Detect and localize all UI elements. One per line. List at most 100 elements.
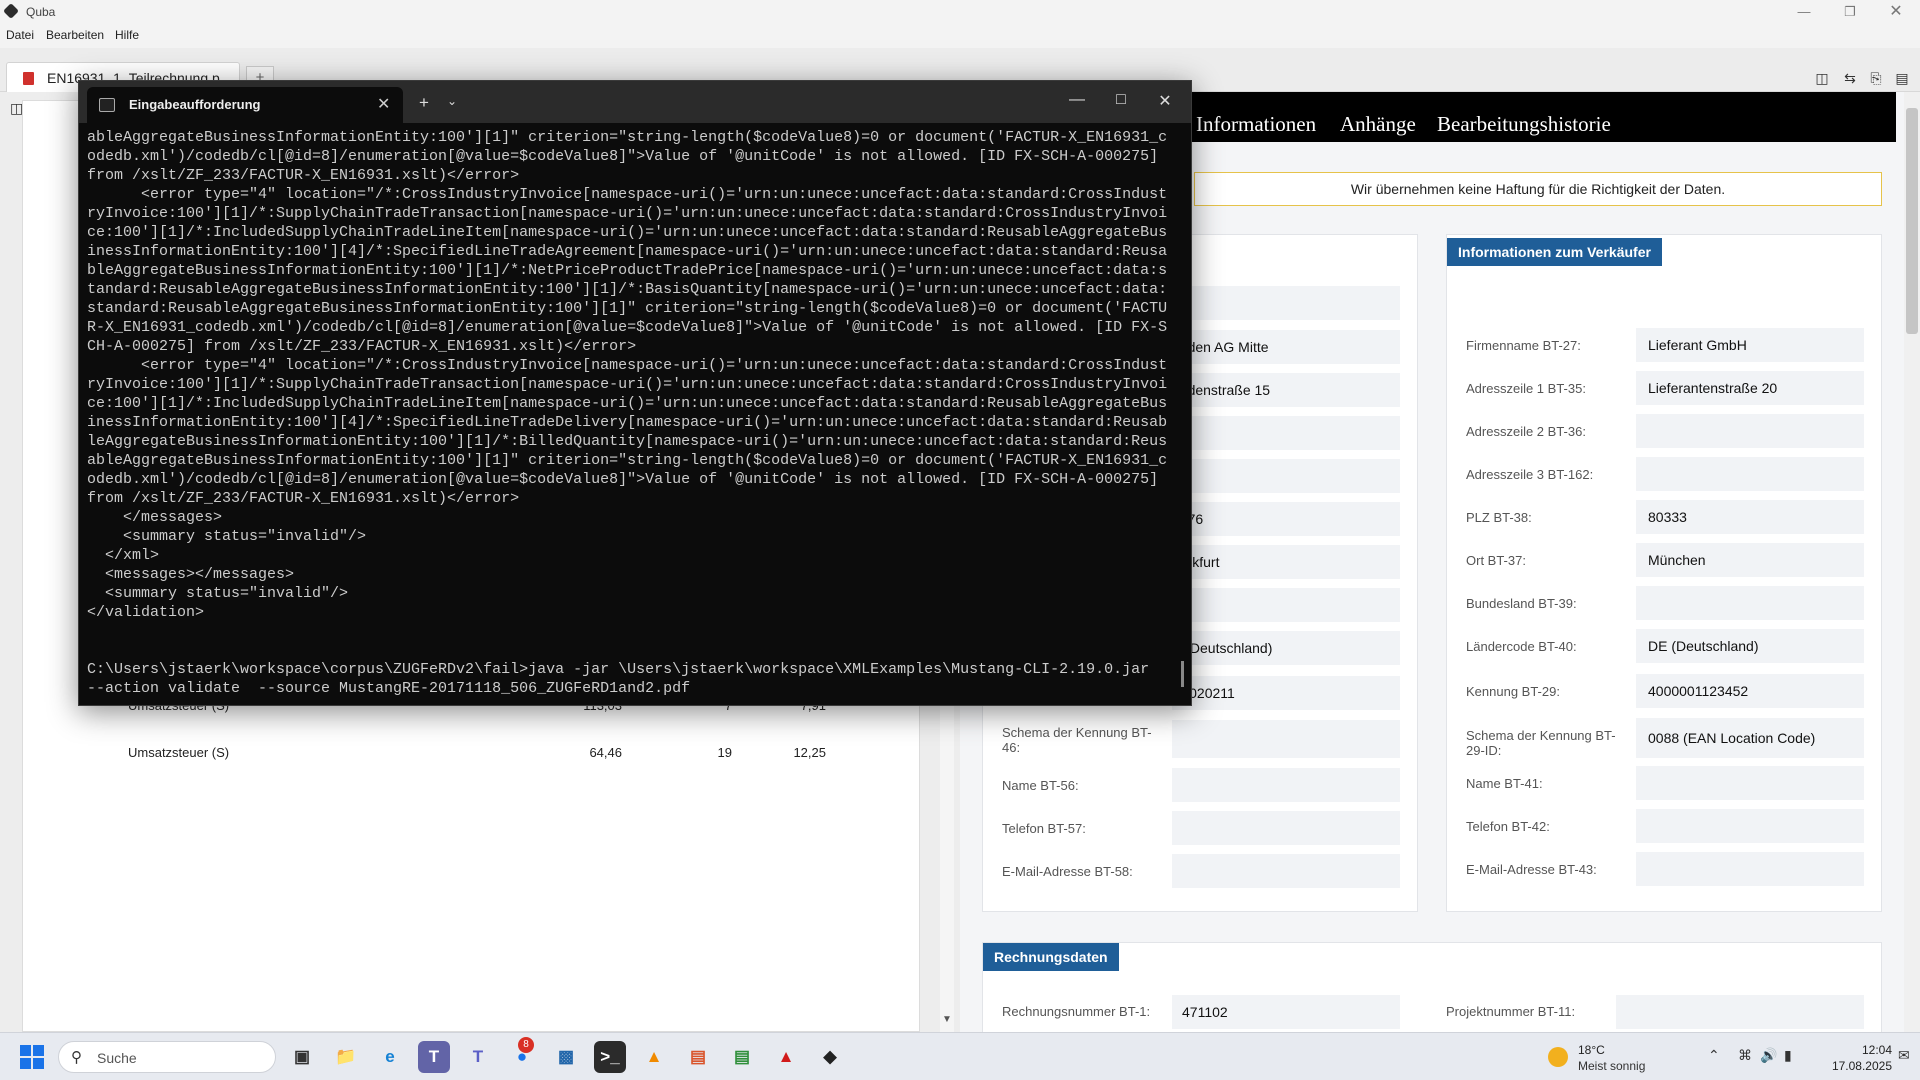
clock-date[interactable]: 17.08.2025 — [1822, 1059, 1892, 1073]
seller-field-value — [1636, 766, 1864, 800]
menu-hilfe[interactable]: Hilfe — [115, 28, 139, 42]
close-tab-icon[interactable]: ✕ — [377, 94, 390, 114]
battery-icon[interactable]: ▮ — [1784, 1047, 1792, 1064]
split-view-icon[interactable]: ◫ — [1812, 68, 1832, 88]
invoice-row-rate: 19 — [717, 745, 732, 760]
details-scroll-thumb[interactable] — [1906, 108, 1918, 334]
seller-field-label: Telefon BT-42: — [1466, 819, 1550, 834]
clock-time[interactable]: 12:04 — [1822, 1043, 1892, 1057]
buyer-address-value: undenstraße 15 — [1172, 373, 1400, 407]
minimize-button[interactable]: — — [1786, 2, 1822, 22]
tab-bearbeitungshistorie[interactable]: Bearbeitungshistorie — [1437, 112, 1611, 137]
swap-icon[interactable]: ⇆ — [1840, 68, 1860, 88]
menu-datei[interactable]: Datei — [6, 28, 34, 42]
seller-field-label: Schema der Kennung BT-29-ID: — [1466, 728, 1616, 758]
new-terminal-tab-icon[interactable]: + — [419, 93, 429, 113]
buyer-phone-label: Telefon BT-57: — [1002, 821, 1086, 836]
export-icon[interactable]: ⎘ — [1866, 68, 1886, 88]
teams-icon[interactable]: T — [418, 1041, 450, 1073]
invoice-data-title: Rechnungsdaten — [983, 943, 1119, 971]
project-number-value — [1616, 995, 1864, 1029]
seller-field-label: Kennung BT-29: — [1466, 684, 1560, 699]
buyer-id-value: E2020211 — [1172, 676, 1400, 710]
invoice-row-tax: 12,25 — [793, 745, 826, 760]
maximize-button[interactable]: ❐ — [1832, 2, 1868, 22]
terminal-tab[interactable]: Eingabeaufforderung ✕ — [87, 87, 403, 123]
terminal-output[interactable]: ableAggregateBusinessInformationEntity:1… — [87, 128, 1177, 698]
search-icon: ⚲ — [71, 1049, 82, 1066]
notification-bell-icon[interactable]: ✉ — [1898, 1047, 1910, 1064]
menubar — [0, 24, 1920, 48]
chevron-up-icon[interactable]: ⌃ — [1708, 1047, 1720, 1064]
spreadsheet-icon[interactable]: ▤ — [726, 1041, 758, 1073]
buyer-field — [1172, 720, 1400, 758]
seller-field-value: München — [1636, 543, 1864, 577]
seller-field-label: Adresszeile 1 BT-35: — [1466, 381, 1586, 396]
seller-field-value — [1636, 852, 1864, 886]
terminal-window[interactable]: Eingabeaufforderung ✕ + ⌄ — □ ✕ ableAggr… — [78, 80, 1192, 706]
terminal-maximize-button[interactable]: □ — [1111, 91, 1131, 109]
quba-icon[interactable]: ◆ — [814, 1041, 846, 1073]
seller-field-value — [1636, 414, 1864, 448]
seller-field-value: 4000001123452 — [1636, 674, 1864, 708]
cmd-icon — [99, 98, 115, 112]
file-explorer-icon[interactable]: 📁 — [330, 1041, 362, 1073]
close-button[interactable]: ✕ — [1878, 2, 1914, 22]
edge-icon[interactable]: e — [374, 1041, 406, 1073]
pdf-icon — [23, 72, 34, 85]
seller-field-value: 80333 — [1636, 500, 1864, 534]
weather-sun-icon[interactable] — [1548, 1047, 1568, 1067]
buyer-field — [1172, 768, 1400, 802]
document-icon[interactable]: ▤ — [682, 1041, 714, 1073]
seller-field-label: Ort BT-37: — [1466, 553, 1526, 568]
tab-anhaenge[interactable]: Anhänge — [1340, 112, 1416, 137]
file-icon[interactable]: ▤ — [1892, 68, 1912, 88]
invoice-number-label: Rechnungsnummer BT-1: — [1002, 1004, 1151, 1019]
seller-panel-title: Informationen zum Verkäufer — [1447, 238, 1662, 266]
windows-start-icon[interactable] — [20, 1045, 44, 1069]
teams-classic-icon[interactable]: T — [462, 1041, 494, 1073]
invoice-row-label: Umsatzsteuer (S) — [128, 745, 230, 760]
vlc-icon[interactable]: ▲ — [638, 1041, 670, 1073]
buyer-zip-value: 9876 — [1172, 502, 1400, 536]
seller-field-value: 0088 (EAN Location Code) — [1636, 718, 1864, 758]
buyer-scheme-label: Schema der Kennung BT-46: — [1002, 725, 1152, 755]
app-titlebar: Quba — ❐ ✕ — [0, 0, 1920, 24]
network-tool-icon[interactable]: ▩ — [550, 1041, 582, 1073]
terminal-icon[interactable]: >_ — [594, 1041, 626, 1073]
seller-field-value — [1636, 809, 1864, 843]
taskbar: ⚲ Suche ▣ 📁 e T T ● ▩ >_ ▲ ▤ ▤ ▲ ◆ 8 18°C Meist sonn… — [0, 1032, 1920, 1080]
menu-bearbeiten[interactable]: Bearbeiten — [46, 28, 104, 42]
buyer-field — [1172, 854, 1400, 888]
terminal-close-button[interactable]: ✕ — [1155, 91, 1175, 111]
terminal-tab-label: Eingabeaufforderung — [129, 97, 261, 112]
seller-field-label: Ländercode BT-40: — [1466, 639, 1577, 654]
seller-field-value — [1636, 586, 1864, 620]
terminal-minimize-button[interactable]: — — [1067, 91, 1087, 109]
seller-field-label: Name BT-41: — [1466, 776, 1543, 791]
terminal-scrollbar[interactable] — [1181, 661, 1184, 687]
seller-field-label: E-Mail-Adresse BT-43: — [1466, 862, 1597, 877]
taskbar-search-box[interactable]: ⚲ Suche — [58, 1041, 276, 1073]
seller-field-value: Lieferant GmbH — [1636, 328, 1864, 362]
weather-temperature[interactable]: 18°C — [1578, 1043, 1605, 1057]
search-placeholder: Suche — [97, 1050, 137, 1066]
sidebar-toggle-icon[interactable]: ◫ — [10, 100, 28, 118]
chevron-down-icon[interactable]: ⌄ — [447, 94, 457, 108]
buyer-field — [1172, 811, 1400, 845]
weather-description[interactable]: Meist sonnig — [1578, 1059, 1645, 1073]
volume-icon[interactable]: 🔊 — [1760, 1047, 1777, 1064]
buyer-field — [1172, 588, 1400, 622]
acrobat-icon[interactable]: ▲ — [770, 1041, 802, 1073]
invoice-number-value: 471102 — [1172, 995, 1400, 1029]
tab-informationen[interactable]: Informationen — [1196, 112, 1316, 137]
project-number-label: Projektnummer BT-11: — [1446, 1004, 1576, 1019]
disclaimer-notice: Wir übernehmen keine Haftung für die Ric… — [1194, 172, 1882, 206]
task-view-icon[interactable]: ▣ — [286, 1041, 318, 1073]
scroll-down-icon[interactable]: ▼ — [942, 1014, 952, 1025]
quba-logo-icon — [3, 3, 19, 19]
wifi-icon[interactable]: ⌘ — [1738, 1047, 1752, 1064]
seller-field-label: Adresszeile 3 BT-162: — [1466, 467, 1594, 482]
seller-field-value — [1636, 457, 1864, 491]
seller-field-value: DE (Deutschland) — [1636, 629, 1864, 663]
